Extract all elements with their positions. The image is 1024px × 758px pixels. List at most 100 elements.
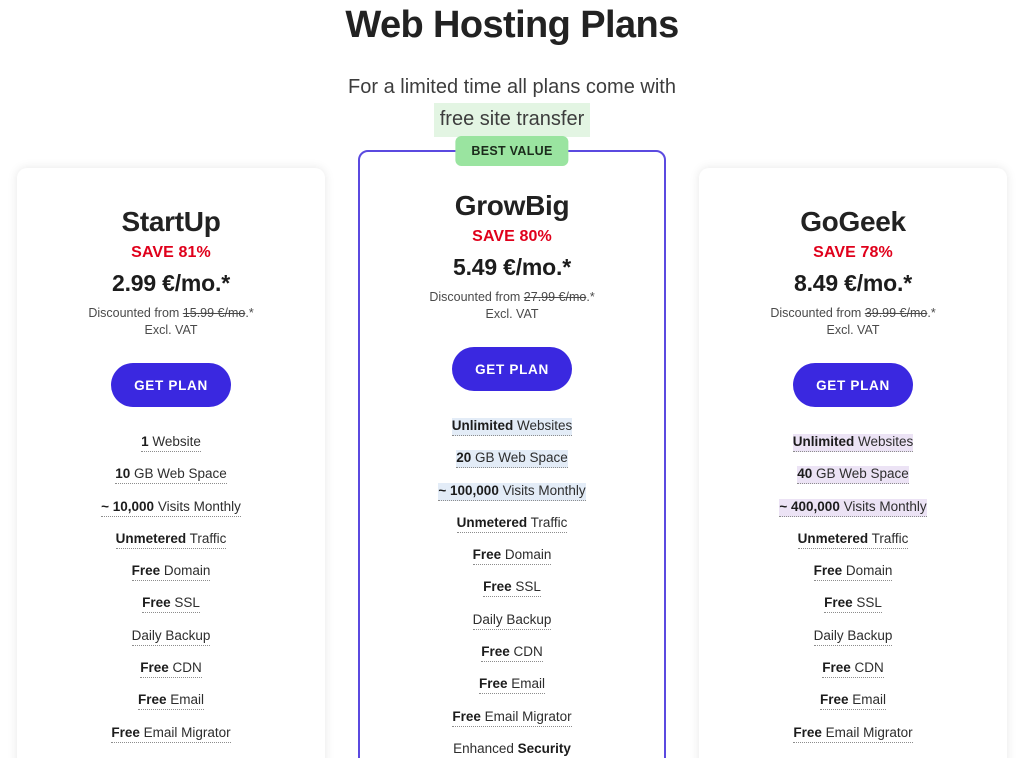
feature-text: ~ 400,000 Visits Monthly xyxy=(779,498,927,517)
feature-emphasis: Free xyxy=(452,708,481,724)
feature-item[interactable]: Free CDN xyxy=(35,660,307,679)
feature-emphasis: Free xyxy=(819,692,849,708)
feature-text: 40 GB Web Space xyxy=(797,466,909,485)
plan-name: GrowBig xyxy=(454,190,570,221)
plan-price: 5.49 €/mo.* xyxy=(453,254,571,280)
feature-text: Free Domain xyxy=(131,563,211,582)
feature-text: Free SSL xyxy=(483,579,541,598)
discount-asterisk: .* xyxy=(927,306,936,320)
feature-detail: Email xyxy=(166,692,205,708)
feature-emphasis: Free xyxy=(140,660,169,676)
feature-emphasis: Free xyxy=(483,579,512,595)
discount-asterisk: .* xyxy=(586,290,595,304)
plan-save-badge: SAVE 78% xyxy=(813,244,893,261)
feature-detail: CDN xyxy=(509,644,543,660)
feature-text: Free SSL xyxy=(142,595,200,614)
get-plan-button[interactable]: GET PLAN xyxy=(111,363,231,407)
feature-item[interactable]: 10 GB Web Space xyxy=(35,466,307,485)
feature-item[interactable]: Free SSL xyxy=(378,579,646,598)
feature-item[interactable]: Unlimited Websites xyxy=(717,434,989,452)
feature-item[interactable]: Free Email Migrator xyxy=(717,724,989,743)
get-plan-button[interactable]: GET PLAN xyxy=(452,347,572,391)
feature-item[interactable]: 20 GB Web Space xyxy=(378,450,646,469)
feature-emphasis: Unlimited xyxy=(792,434,855,449)
feature-item[interactable]: Free Email xyxy=(378,676,646,695)
plan-cards: StartUp SAVE 81% 2.99 €/mo.* Discounted fro… xyxy=(0,136,1024,758)
feature-text: Unmetered Traffic xyxy=(797,530,909,549)
feature-item[interactable]: Free CDN xyxy=(378,644,646,663)
feature-detail: Traffic xyxy=(868,530,909,546)
feature-text: Unmetered Traffic xyxy=(115,530,227,549)
feature-detail: Visits Monthly xyxy=(154,498,241,514)
feature-emphasis: Free xyxy=(142,595,171,611)
feature-item[interactable]: Free Email Migrator xyxy=(378,708,646,727)
feature-item[interactable]: Free Domain xyxy=(717,563,989,582)
feature-emphasis: Free xyxy=(822,660,851,676)
feature-text: Daily Backup xyxy=(813,627,893,646)
feature-item[interactable]: Free SSL xyxy=(717,595,989,614)
feature-item[interactable]: ~ 100,000 Visits Monthly xyxy=(378,482,646,501)
feature-item[interactable]: Daily Backup xyxy=(717,627,989,646)
feature-emphasis: Unmetered xyxy=(456,514,528,530)
feature-detail: Website xyxy=(148,434,201,449)
discount-label: Discounted from xyxy=(770,306,865,320)
feature-item[interactable]: Free Domain xyxy=(378,547,646,566)
feature-text: Unmetered Traffic xyxy=(456,514,568,533)
feature-item[interactable]: ~ 10,000 Visits Monthly xyxy=(35,498,307,517)
feature-item[interactable]: Unmetered Traffic xyxy=(35,530,307,549)
feature-item[interactable]: Free CDN xyxy=(717,660,989,679)
discount-label: Discounted from xyxy=(429,290,524,304)
feature-item[interactable]: Free Domain xyxy=(35,563,307,582)
feature-detail: GB Web Space xyxy=(471,450,568,466)
feature-text: 20 GB Web Space xyxy=(456,450,568,469)
page-title: Web Hosting Plans xyxy=(345,4,679,46)
feature-emphasis: Free xyxy=(793,724,822,740)
feature-emphasis: Free xyxy=(481,644,510,660)
feature-item[interactable]: Unlimited Websites xyxy=(378,418,646,436)
plan-vat-note: Excl. VAT xyxy=(826,323,880,337)
feature-item[interactable]: 1 Website xyxy=(35,434,307,452)
feature-emphasis: Free xyxy=(111,724,140,740)
feature-emphasis: Free xyxy=(472,547,502,563)
feature-detail: Websites xyxy=(513,418,573,433)
feature-emphasis: Free xyxy=(137,692,167,708)
feature-item[interactable]: Daily Backup xyxy=(378,611,646,630)
feature-item[interactable]: Enhanced Security xyxy=(378,740,646,758)
feature-item[interactable]: Unmetered Traffic xyxy=(717,530,989,549)
get-plan-button[interactable]: GET PLAN xyxy=(793,363,913,407)
feature-detail: Email Migrator xyxy=(821,724,913,740)
feature-item[interactable]: Free Email xyxy=(717,692,989,711)
feature-item[interactable]: Daily Backup xyxy=(35,627,307,646)
feature-text: Enhanced Security xyxy=(453,740,571,758)
feature-item[interactable]: Free Email xyxy=(35,692,307,711)
original-price: 27.99 €/mo xyxy=(523,290,587,304)
feature-item[interactable]: Free Email Migrator xyxy=(35,724,307,743)
feature-text: Free CDN xyxy=(140,660,202,679)
feature-detail: Daily Backup xyxy=(813,627,893,643)
feature-detail: SSL xyxy=(852,595,882,611)
feature-text: Unlimited Websites xyxy=(792,434,914,452)
feature-item[interactable]: Free SSL xyxy=(35,595,307,614)
feature-text: 1 Website xyxy=(141,434,201,452)
feature-emphasis: ~ 100,000 xyxy=(438,482,499,498)
feature-item[interactable]: 40 GB Web Space xyxy=(717,466,989,485)
feature-detail: Email xyxy=(848,692,887,708)
feature-emphasis: Unlimited xyxy=(451,418,514,433)
pricing-page: Web Hosting Plans For a limited time all… xyxy=(0,0,1024,758)
feature-detail: Traffic xyxy=(186,530,227,546)
feature-detail: CDN xyxy=(168,660,202,676)
original-price: 39.99 €/mo xyxy=(864,306,928,320)
feature-text: Free CDN xyxy=(822,660,884,679)
feature-emphasis: Unmetered xyxy=(797,530,869,546)
feature-detail: Visits Monthly xyxy=(498,482,586,498)
feature-detail: Websites xyxy=(854,434,914,449)
feature-list: Unlimited Websites 40 GB Web Space ~ 400,0… xyxy=(717,434,989,758)
feature-text: Daily Backup xyxy=(131,627,211,646)
feature-item[interactable]: ~ 400,000 Visits Monthly xyxy=(717,498,989,517)
feature-text: Free Domain xyxy=(813,563,893,582)
feature-text: Free Email Migrator xyxy=(793,724,913,743)
plan-price: 2.99 €/mo.* xyxy=(112,270,230,296)
feature-detail: Visits Monthly xyxy=(839,498,927,514)
feature-item[interactable]: Unmetered Traffic xyxy=(378,514,646,533)
feature-detail: GB Web Space xyxy=(130,466,227,482)
